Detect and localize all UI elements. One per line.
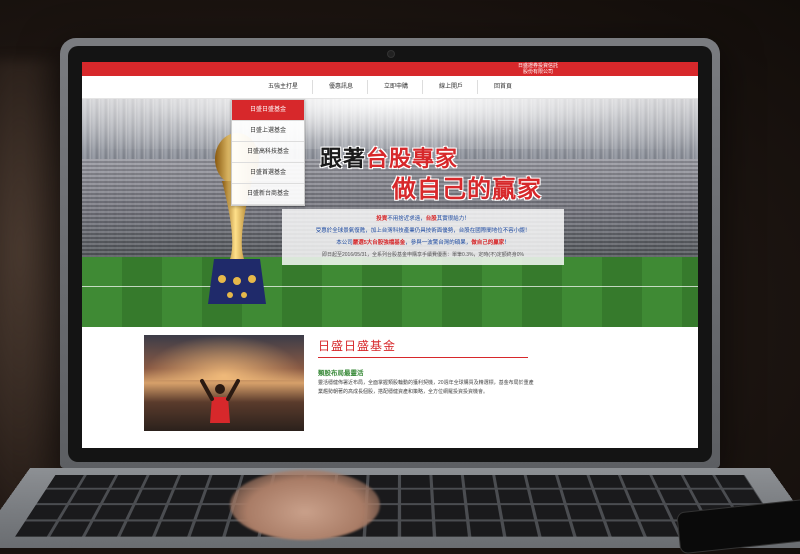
dropdown-item-shangxuan[interactable]: 日盛上選基金	[232, 121, 304, 142]
nav-item-top5[interactable]: 五強主打星	[254, 80, 313, 94]
info-line-1: 投資不用捨近求遠，台股其實很給力！	[288, 213, 558, 225]
fund-subtitle: 類股布局最靈活	[318, 370, 364, 377]
info-text: 本公司	[336, 240, 353, 246]
dropdown-item-xintaishang[interactable]: 日盛新台商基金	[232, 184, 304, 205]
headline-prefix: 跟著	[320, 147, 367, 172]
laptop-lid: 日盛證券投資信託 股份有限公司 五強主打星 優惠訊息 立即申購 線上開戶 回首頁	[60, 38, 720, 468]
pitch-line	[82, 286, 698, 287]
info-highlight-funds: 嚴選5大台股強檔基金	[352, 240, 406, 246]
info-highlight-winner: 做自己的贏家	[471, 240, 505, 246]
info-word-invest: 投資	[376, 216, 388, 222]
hero-banner: 日盛日盛基金 日盛上選基金 日盛高科技基金 日盛首選基金 日盛新台商基金 跟著台…	[82, 99, 698, 327]
fund-title: 日盛日盛基金	[318, 339, 397, 353]
screen-bezel: 日盛證券投資信託 股份有限公司 五強主打星 優惠訊息 立即申購 線上開戶 回首頁	[68, 46, 712, 462]
web-page: 日盛證券投資信託 股份有限公司 五強主打星 優惠訊息 立即申購 線上開戶 回首頁	[82, 62, 698, 448]
hero-info-box: 投資不用捨近求遠，台股其實很給力！ 受惠於全球景氣復甦，加上台灣科技產業仍具技術…	[282, 209, 564, 265]
user-hand	[230, 470, 380, 540]
dropdown-item-shouxuan[interactable]: 日盛首選基金	[232, 163, 304, 184]
dropdown-item-risheng[interactable]: 日盛日盛基金	[232, 100, 304, 121]
brand-subname: 股份有限公司	[522, 69, 553, 75]
football-pitch	[82, 257, 698, 327]
info-line-2: 受惠於全球景氣復甦，加上台灣科技產業仍具技術面優勢，台股在國際間地位不容小覷！	[315, 228, 531, 234]
info-text: 不用捨近求遠，	[387, 216, 426, 222]
nav-item-home[interactable]: 回首頁	[480, 80, 526, 94]
dropdown-item-gaokeji[interactable]: 日盛高科技基金	[232, 142, 304, 163]
fund-feature-section: 日盛日盛基金 類股布局最靈活 靈活穩健佈署近布局，全面掌握類股輪動的獲利契機，2…	[82, 327, 698, 447]
webcam-icon	[387, 50, 395, 58]
photo-light	[144, 335, 304, 380]
info-word-tw: 台股	[425, 216, 437, 222]
info-line-3: 本公司嚴選5大台股強檔基金，參與一波驚台灣的碩果，做自己的贏家！	[288, 237, 558, 249]
keyboard-keys	[15, 475, 785, 537]
title-divider	[318, 357, 528, 358]
main-nav: 五強主打星 優惠訊息 立即申購 線上開戶 回首頁	[82, 76, 698, 99]
fund-dropdown-menu: 日盛日盛基金 日盛上選基金 日盛高科技基金 日盛首選基金 日盛新台商基金	[231, 99, 305, 206]
info-text: ！	[504, 240, 510, 246]
hero-subheadline: 做自己的贏家	[392, 175, 542, 203]
fund-description: 靈活穩健佈署近布局，全面掌握類股輪動的獲利契機，20週年全球購買及精選標，基金布…	[318, 380, 534, 395]
info-text: ，參與一波驚台灣的碩果，	[405, 240, 472, 246]
nav-item-offers[interactable]: 優惠訊息	[315, 80, 368, 94]
info-text: 其實很給力！	[436, 216, 470, 222]
player-figure	[200, 379, 240, 423]
nav-item-open-account[interactable]: 線上開戶	[425, 80, 479, 94]
promo-note: 即日起至2016/05/31，全系列台股基金申購享手續費優惠：單筆0.3%，定時…	[322, 252, 524, 258]
top-bar: 日盛證券投資信託 股份有限公司	[82, 62, 698, 76]
nav-item-subscribe[interactable]: 立即申購	[370, 80, 423, 94]
celebration-photo	[144, 335, 304, 431]
brand-logo[interactable]: 日盛證券投資信託 股份有限公司	[518, 63, 558, 75]
